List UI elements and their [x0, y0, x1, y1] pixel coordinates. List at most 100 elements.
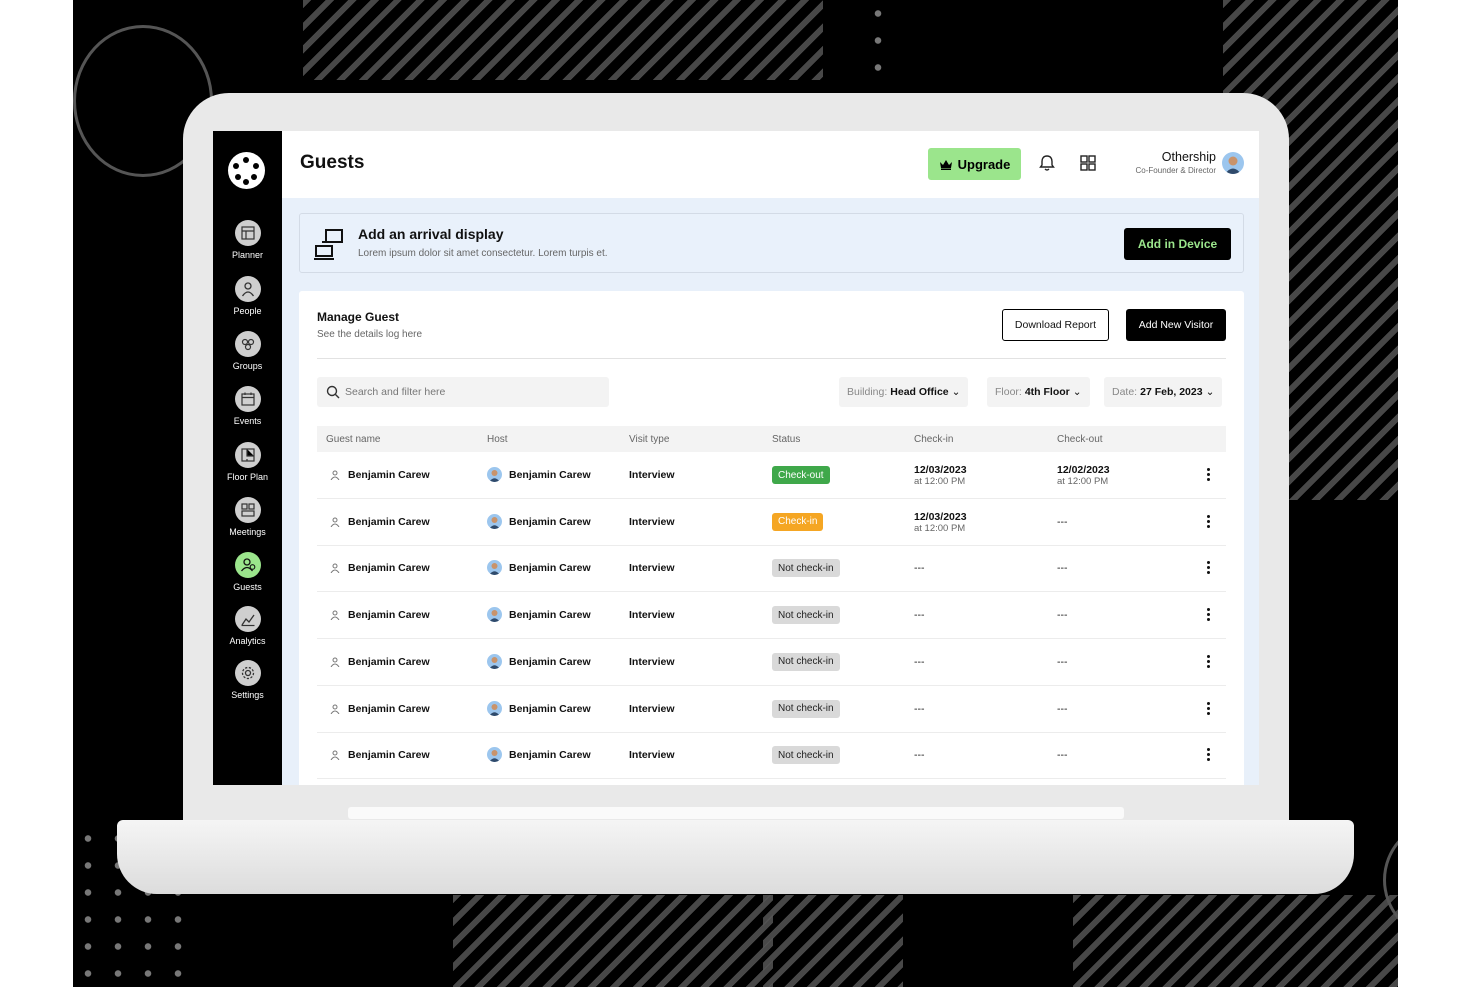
- sidebar-item-label: Planner: [231, 250, 264, 260]
- meetings-icon: [234, 497, 261, 523]
- table-row[interactable]: Benjamin Carew Benjamin Carew Interview Not…: [317, 639, 1226, 686]
- table-row[interactable]: Benjamin Carew Benjamin Carew Interview Not…: [317, 686, 1226, 733]
- column-header[interactable]: Check-out: [1057, 434, 1103, 445]
- chevron-down-icon: ⌄: [1072, 386, 1082, 398]
- building-filter[interactable]: Building: Head Office ⌄: [839, 377, 969, 407]
- user-name[interactable]: Othership: [1162, 150, 1216, 164]
- column-header[interactable]: Check-in: [914, 434, 953, 445]
- checkin-date: 12/03/2023: [914, 464, 967, 476]
- table-row[interactable]: Benjamin Carew Benjamin Carew Interview Che…: [317, 499, 1226, 546]
- checkin-empty: ---: [914, 562, 925, 575]
- table-row[interactable]: Benjamin Carew Benjamin Carew Interview Not…: [317, 545, 1226, 593]
- guest-name[interactable]: Benjamin Carew: [348, 516, 430, 528]
- floor-plan-icon: [234, 442, 261, 468]
- bell-icon[interactable]: [1037, 153, 1057, 173]
- checkin-time: at 12:00 PM: [914, 522, 966, 534]
- guest-name[interactable]: Benjamin Carew: [348, 703, 430, 715]
- table-row[interactable]: Benjamin Carew Benjamin Carew Interview Not…: [317, 592, 1226, 640]
- checkin-date: 12/03/2023: [914, 510, 967, 523]
- user-role: Co-Founder & Director: [1135, 166, 1216, 175]
- more-options-icon[interactable]: [1204, 701, 1212, 717]
- sidebar-item-people[interactable]: People: [213, 276, 282, 316]
- add-new-visitor-button[interactable]: Add New Visitor: [1126, 309, 1226, 341]
- sidebar-item-label: Floor Plan: [226, 472, 269, 482]
- download-report-button[interactable]: Download Report: [1002, 309, 1109, 341]
- visit-type: Interview: [629, 655, 675, 668]
- checkout-empty: ---: [1057, 655, 1068, 668]
- checkout-empty: ---: [1057, 515, 1068, 528]
- visit-type: Interview: [629, 702, 675, 715]
- sidebar-item-label: Events: [233, 416, 262, 426]
- sidebar-item-label: Guests: [233, 582, 262, 592]
- date-filter[interactable]: Date: 27 Feb, 2023 ⌄: [1104, 377, 1223, 407]
- sidebar-item-meetings[interactable]: Meetings: [213, 497, 282, 537]
- sidebar-item-guests[interactable]: Guests: [213, 552, 282, 592]
- person-icon: [330, 563, 340, 574]
- column-header[interactable]: Status: [772, 434, 800, 445]
- host-name: Benjamin Carew: [509, 609, 591, 622]
- guest-name[interactable]: Benjamin Carew: [348, 609, 430, 621]
- more-options-icon[interactable]: [1204, 560, 1212, 576]
- guest-name[interactable]: Benjamin Carew: [348, 562, 430, 574]
- sidebar-item-analytics[interactable]: Analytics: [213, 606, 282, 646]
- floor-filter[interactable]: Floor: 4th Floor ⌄: [987, 377, 1090, 407]
- avatar: [487, 560, 502, 576]
- sidebar-item-settings[interactable]: Settings: [213, 660, 282, 700]
- building-filter-label: Building:: [847, 386, 888, 398]
- more-options-icon[interactable]: [1204, 747, 1212, 763]
- column-header[interactable]: Visit type: [629, 434, 669, 445]
- checkin-empty: ---: [914, 702, 925, 715]
- avatar: [487, 607, 502, 623]
- person-icon: [330, 470, 340, 480]
- visit-type: Interview: [629, 749, 675, 762]
- guest-name[interactable]: Benjamin Carew: [348, 749, 430, 761]
- arrival-display-banner: Add an arrival display Lorem ipsum dolor…: [299, 213, 1244, 273]
- status-badge: Not check-in: [772, 652, 840, 671]
- checkout-time: at 12:00 PM: [1057, 476, 1109, 487]
- status-badge: Check-out: [772, 466, 830, 484]
- more-options-icon[interactable]: [1204, 607, 1212, 623]
- building-filter-value: Head Office: [890, 386, 949, 398]
- app-logo[interactable]: [228, 152, 265, 189]
- guest-name[interactable]: Benjamin Carew: [348, 656, 430, 668]
- laptop-base-slot: [348, 807, 1124, 819]
- table-row[interactable]: Benjamin Carew Benjamin Carew Interview Not…: [317, 732, 1226, 780]
- avatar: [487, 513, 502, 529]
- column-header[interactable]: Host: [487, 434, 508, 445]
- stripe-pattern-bottom-right: [1073, 895, 1398, 987]
- column-header[interactable]: Guest name: [326, 434, 380, 445]
- sidebar-item-planner[interactable]: Planner: [213, 220, 282, 260]
- card-title: Manage Guest: [317, 310, 400, 324]
- stripe-pattern-mid: [763, 895, 903, 987]
- grid-apps-icon[interactable]: [1078, 153, 1098, 173]
- guest-name[interactable]: Benjamin Carew: [348, 469, 430, 481]
- search-icon: [326, 385, 340, 399]
- sidebar-item-events[interactable]: Events: [213, 386, 282, 426]
- more-options-icon[interactable]: [1204, 467, 1212, 483]
- table-row[interactable]: Benjamin Carew Benjamin Carew Interview Che…: [317, 452, 1226, 499]
- avatar[interactable]: [1222, 152, 1244, 174]
- host-name: Benjamin Carew: [509, 469, 591, 481]
- floor-filter-value: 4th Floor: [1024, 386, 1070, 398]
- sidebar-item-groups[interactable]: Groups: [213, 331, 282, 371]
- gear-icon: [234, 660, 261, 686]
- crown-icon: [939, 159, 952, 170]
- person-icon: [330, 657, 340, 667]
- more-options-icon[interactable]: [1204, 654, 1212, 670]
- search-box: [317, 377, 609, 407]
- groups-icon: [234, 331, 261, 357]
- card-subtitle: See the details log here: [317, 329, 423, 340]
- visit-type: Interview: [629, 469, 675, 481]
- more-options-icon[interactable]: [1204, 514, 1212, 530]
- upgrade-button[interactable]: Upgrade: [928, 148, 1021, 180]
- add-in-device-button[interactable]: Add in Device: [1124, 228, 1231, 260]
- sidebar-item-floor-plan[interactable]: Floor Plan: [213, 442, 282, 482]
- visit-type: Interview: [629, 609, 675, 622]
- date-filter-value: 27 Feb, 2023: [1140, 386, 1203, 398]
- visit-type: Interview: [629, 515, 675, 528]
- avatar: [487, 747, 502, 763]
- search-input[interactable]: [345, 377, 595, 407]
- host-name: Benjamin Carew: [509, 749, 591, 762]
- host-name: Benjamin Carew: [509, 562, 591, 575]
- person-icon: [330, 704, 340, 714]
